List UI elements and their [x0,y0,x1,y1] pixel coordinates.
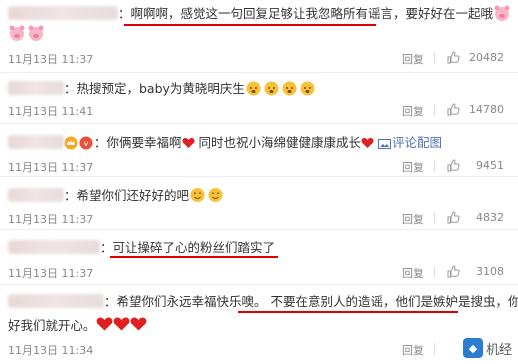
reply-button[interactable]: 回复 [402,103,424,119]
comment-4-text: ：希望你们还好好的吧 [64,188,190,203]
comment-5-time: 11月13日 11:37 [8,267,94,280]
comment-1-text: ：啊啊啊，感觉这一句回复足够让我忽略所有谣言，要好好在一起哦 [118,6,494,21]
highlight-underline [238,311,458,313]
like-icon[interactable] [447,51,460,64]
comment-6-time: 11月13日 11:34 [8,344,94,357]
highlight-underline [110,256,278,258]
username-blurred[interactable] [8,81,64,95]
comment-6-text-line: ：希望你们永远幸福快乐噢。 不要在意别人的造谣，他们是嫉妒是搜虫，你们 [8,293,518,311]
cake-emoji-icon [264,81,279,96]
reply-button[interactable]: 回复 [402,159,424,175]
watermark: ◆ 机经 [462,338,512,358]
vip-badge-icon: v [79,136,93,150]
comment-6-line-2: 好我们就开心。 [8,318,96,333]
divider [434,212,435,224]
divider [434,343,435,355]
comment-1-time: 11月13日 11:37 [8,53,94,66]
comment-image-link[interactable]: 评论配图 [392,135,442,150]
like-icon[interactable] [447,211,460,224]
divider [434,52,435,64]
pig-emoji-icon [494,5,510,21]
like-icon[interactable] [447,265,460,278]
comment-3: v ：你俩要幸福啊 同时也祝小海绵健健康康成长 评论配图 11月13日 11:37… [0,124,518,174]
image-icon[interactable] [378,138,391,150]
like-icon[interactable] [447,159,460,172]
cake-emoji-icon [246,81,261,96]
comment-5-text-line: ：可让操碎了心的粉丝们踏实了 [8,239,275,257]
watermark-logo-icon: ◆ [462,338,483,358]
svg-text:v: v [84,139,89,148]
smile-emoji-icon [190,188,205,202]
username-blurred[interactable] [8,188,64,202]
like-count: 14780 [469,103,504,116]
watermark-text: 机经 [485,342,512,358]
comment-3-text: ：你俩要幸福啊 [94,135,182,150]
comment-3-time: 11月13日 11:37 [8,161,94,174]
comment-6-text: ：希望你们永远幸福快乐噢。 [104,294,267,309]
comment-5-text: ：可让操碎了心的粉丝们踏实了 [100,240,276,255]
comment-6-text-2: 不要在意别人的造谣，他们是嫉妒是搜虫 [270,294,496,309]
comment-5: ：可让操碎了心的粉丝们踏实了 11月13日 11:37 回复 3108 [0,230,518,282]
pig-emoji-icon [9,25,25,41]
reply-button[interactable]: 回复 [402,211,424,227]
smile-emoji-icon [208,188,223,202]
username-blurred[interactable] [8,135,64,149]
reply-button[interactable]: 回复 [402,265,424,281]
comment-2-time: 11月13日 11:41 [8,105,94,118]
divider [434,160,435,172]
comment-1: ：啊啊啊，感觉这一句回复足够让我忽略所有谣言，要好好在一起哦 11月13日 11… [0,0,518,72]
comment-6-text-line-2: 好我们就开心。 [8,316,147,335]
divider [434,266,435,278]
username-blurred[interactable] [8,6,118,20]
divider [434,104,435,116]
crown-badge-icon [64,136,78,150]
comment-6: ：希望你们永远幸福快乐噢。 不要在意别人的造谣，他们是嫉妒是搜虫，你们 好我们就… [0,285,518,364]
heart-icon [130,317,146,331]
heart-icon [361,138,374,148]
like-icon[interactable] [447,103,460,116]
comment-3-text-2: 同时也祝小海绵健健康康成长 [198,135,362,150]
comment-4-text-line: ：希望你们还好好的吧 [8,187,225,205]
heart-icon [181,138,195,148]
like-count: 3108 [476,265,504,278]
reply-button[interactable]: 回复 [402,51,424,67]
highlight-underline [124,24,376,26]
heart-icon [113,317,129,331]
comment-6-text-3: ，你们 [495,294,518,309]
cake-emoji-icon [300,81,315,96]
username-blurred[interactable] [8,240,100,254]
username-blurred[interactable] [8,294,104,308]
comment-2-text-line: ：热搜预定，baby为黄晓明庆生 [8,80,317,98]
like-count: 9451 [476,159,504,172]
comment-1-emoji-line [8,25,46,43]
comment-1-text-line: ：啊啊啊，感觉这一句回复足够让我忽略所有谣言，要好好在一起哦 [8,5,512,23]
heart-icon [96,317,112,331]
pig-emoji-icon [28,25,44,41]
comment-4: ：希望你们还好好的吧 11月13日 11:37 回复 4832 [0,177,518,227]
comment-2: ：热搜预定，baby为黄晓明庆生 11月13日 11:41 回复 14780 [0,73,518,123]
comment-2-text: ：热搜预定，baby为黄晓明庆生 [64,81,245,96]
comment-4-time: 11月13日 11:37 [8,213,94,226]
reply-button[interactable]: 回复 [402,342,424,358]
cake-emoji-icon [282,81,297,96]
comment-3-text-line: v ：你俩要幸福啊 同时也祝小海绵健健康康成长 评论配图 [8,134,442,152]
like-count: 4832 [476,211,504,224]
like-count: 20482 [469,51,504,64]
